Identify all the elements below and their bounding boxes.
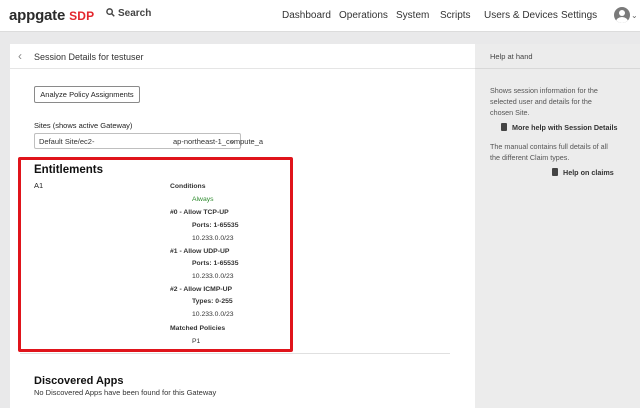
chevron-down-icon[interactable]: ⌄ bbox=[631, 11, 638, 20]
help-text: chosen Site. bbox=[490, 108, 530, 117]
page-title: Session Details for testuser bbox=[34, 52, 144, 62]
section-divider bbox=[20, 353, 450, 354]
site-value-suffix: ap-northeast-1_compute_a bbox=[173, 137, 264, 146]
search-button[interactable]: Search bbox=[106, 8, 151, 19]
analyze-policy-button[interactable]: Analyze Policy Assignments bbox=[34, 86, 140, 103]
nav-users-devices[interactable]: Users & Devices bbox=[484, 10, 558, 21]
conditions-label: Conditions bbox=[170, 183, 206, 190]
chevron-down-icon: ⌄ bbox=[228, 135, 236, 145]
action-detail: Ports: 1-65535 bbox=[192, 260, 239, 267]
nav-dashboard[interactable]: Dashboard bbox=[282, 10, 331, 21]
help-text: The manual contains full details of all bbox=[490, 142, 608, 151]
entitlement-name: A1 bbox=[34, 181, 44, 190]
sites-label: Sites (shows active Gateway) bbox=[34, 121, 133, 130]
book-icon bbox=[552, 168, 558, 176]
help-header: Help at hand bbox=[475, 44, 640, 69]
action-subnet: 10.233.0.0/23 bbox=[192, 311, 234, 318]
search-label: Search bbox=[118, 8, 152, 19]
action-detail: Types: 0-255 bbox=[192, 298, 233, 305]
brand-product: SDP bbox=[69, 9, 95, 23]
help-claims-link[interactable]: Help on claims bbox=[552, 168, 614, 177]
book-icon bbox=[501, 123, 507, 131]
panel-header: ‹ Session Details for testuser bbox=[10, 44, 475, 69]
discovered-apps-heading: Discovered Apps bbox=[34, 375, 124, 387]
action-title: #0 - Allow TCP-UP bbox=[170, 209, 229, 216]
search-icon bbox=[106, 8, 115, 17]
brand-name: appgate bbox=[9, 7, 66, 24]
entitlements-heading: Entitlements bbox=[34, 164, 104, 176]
nav-settings[interactable]: Settings bbox=[561, 10, 597, 21]
help-text: Shows session information for the bbox=[490, 86, 598, 95]
matched-policies-label: Matched Policies bbox=[170, 325, 226, 332]
help-session-link[interactable]: More help with Session Details bbox=[501, 123, 617, 132]
top-bar: appgate SDP Search Dashboard Operations … bbox=[0, 0, 640, 32]
condition-value: Always bbox=[192, 196, 214, 203]
nav-scripts[interactable]: Scripts bbox=[440, 10, 471, 21]
appgate-logo[interactable]: appgate SDP bbox=[9, 7, 94, 24]
site-select[interactable]: Default Site/ec2- ap-northeast-1_compute… bbox=[34, 133, 263, 149]
discovered-apps-empty: No Discovered Apps have been found for t… bbox=[34, 388, 217, 397]
action-subnet: 10.233.0.0/23 bbox=[192, 273, 234, 280]
site-value-prefix: Default Site/ec2- bbox=[39, 137, 95, 146]
nav-system[interactable]: System bbox=[396, 10, 429, 21]
action-title: #2 - Allow ICMP-UP bbox=[170, 286, 233, 293]
help-text: the different Claim types. bbox=[490, 153, 570, 162]
nav-operations[interactable]: Operations bbox=[339, 10, 388, 21]
help-title: Help at hand bbox=[490, 52, 533, 61]
back-chevron-icon[interactable]: ‹ bbox=[18, 49, 22, 63]
help-panel: Help at hand Shows session information f… bbox=[475, 44, 640, 408]
action-subnet: 10.233.0.0/23 bbox=[192, 235, 234, 242]
help-text: selected user and details for the bbox=[490, 97, 592, 106]
action-title: #1 - Allow UDP-UP bbox=[170, 248, 230, 255]
action-detail: Ports: 1-65535 bbox=[192, 222, 239, 229]
user-avatar-icon[interactable] bbox=[614, 7, 630, 23]
matched-policy: P1 bbox=[192, 338, 201, 345]
entitlements-highlight-box bbox=[18, 157, 293, 352]
